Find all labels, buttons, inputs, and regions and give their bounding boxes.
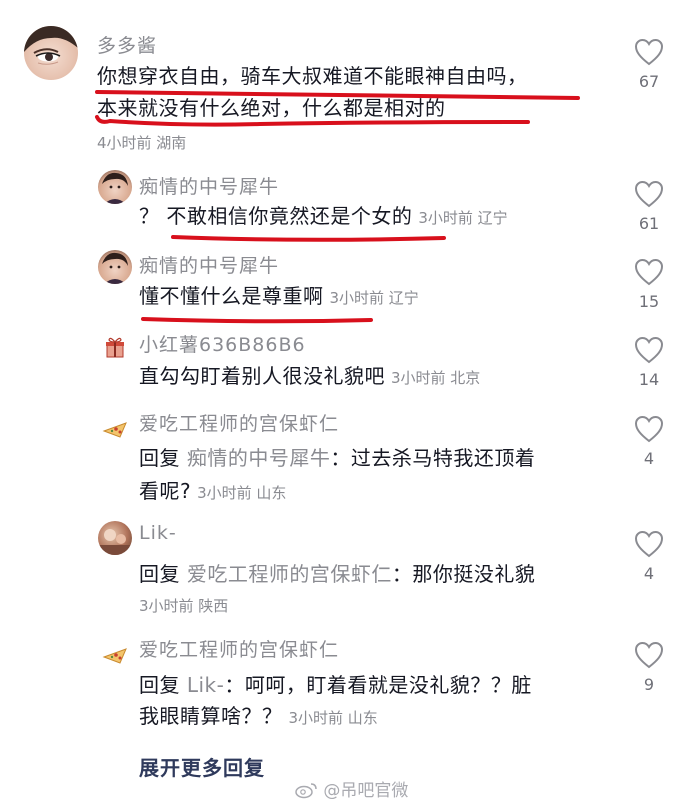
reply-item: 小红薯636B86B6 直勾勾盯着别人很没礼貌吧 3小时前 北京 14 <box>0 326 690 406</box>
reply-username[interactable]: 痴情的中号犀牛 <box>139 172 279 199</box>
watermark: @吊吧官微 <box>294 776 408 801</box>
reply-username[interactable]: 爱吃工程师的宫保虾仁 <box>139 635 339 662</box>
like-count: 14 <box>638 370 660 389</box>
heart-icon <box>634 530 664 558</box>
reply-meta: 3小时前 北京 <box>391 369 481 387</box>
like-button[interactable]: 15 <box>629 258 669 311</box>
reply-body: ？ 不敢相信你竟然还是个女的 <box>139 204 413 228</box>
like-button[interactable]: 9 <box>629 641 669 694</box>
reply-prefix: 回复 <box>139 446 180 470</box>
reply-meta: 3小时前 辽宁 <box>418 209 508 227</box>
reply-meta: 3小时前 山东 <box>197 484 287 502</box>
like-button[interactable]: 4 <box>629 530 669 583</box>
pizza-avatar-icon <box>102 648 127 664</box>
like-count: 15 <box>638 292 660 311</box>
photo-avatar-icon <box>98 529 132 555</box>
reply-prefix: 回复 <box>139 562 180 586</box>
comment-meta: 4小时前 湖南 <box>97 134 187 152</box>
reply-text: 懂不懂什么是尊重啊 3小时前 辽宁 <box>139 281 419 314</box>
heart-icon <box>634 38 664 66</box>
comment-text-line2: 本来就没有什么绝对，什么都是相对的 <box>97 96 446 120</box>
avatar[interactable] <box>24 26 78 80</box>
face-avatar-icon <box>24 26 78 65</box>
reply-username[interactable]: Lik- <box>139 522 177 544</box>
reply-item: 爱吃工程师的宫保虾仁 回复 痴情的中号犀牛：过去杀马特我还顶着 看呢? 3小时前 … <box>0 405 690 515</box>
weibo-logo-icon <box>295 783 317 799</box>
like-count: 61 <box>638 214 660 233</box>
heart-icon <box>634 180 664 208</box>
person-avatar-icon <box>102 172 128 204</box>
reply-item: Lik- 回复 爱吃工程师的宫保虾仁：那你挺没礼貌 3小时前 陕西 4 <box>0 520 690 620</box>
reply-to-user[interactable]: 爱吃工程师的宫保虾仁 <box>187 562 392 586</box>
reply-text-line2: 看呢? 3小时前 山东 <box>139 476 286 509</box>
like-button[interactable]: 4 <box>629 415 669 468</box>
like-count: 4 <box>643 564 655 583</box>
reply-meta: 3小时前 陕西 <box>139 597 229 615</box>
reply-meta: 3小时前 辽宁 <box>329 289 419 307</box>
avatar[interactable] <box>98 635 132 669</box>
reply-to-user[interactable]: 痴情的中号犀牛 <box>187 446 331 470</box>
heart-icon <box>634 641 664 669</box>
reply-body: ：过去杀马特我还顶着 <box>330 446 536 470</box>
comment-top: 多多酱 你想穿衣自由，骑车大叔难道不能眼神自由吗， 本来就没有什么绝对，什么都是… <box>0 0 690 160</box>
reply-username[interactable]: 爱吃工程师的宫保虾仁 <box>139 409 339 436</box>
expand-more-replies-button[interactable]: 展开更多回复 <box>139 752 265 781</box>
reply-body: 看呢? <box>139 479 192 503</box>
like-count: 4 <box>643 449 655 468</box>
reply-body: 我眼睛算啥？？ <box>139 704 283 728</box>
like-button[interactable]: 14 <box>629 336 669 389</box>
reply-text: ？ 不敢相信你竟然还是个女的 3小时前 辽宁 <box>139 201 508 234</box>
reply-meta: 3小时前 山东 <box>288 709 378 727</box>
reply-item: 痴情的中号犀牛 懂不懂什么是尊重啊 3小时前 辽宁 15 <box>0 248 690 328</box>
like-count: 9 <box>643 675 655 694</box>
reply-body: 懂不懂什么是尊重啊 <box>139 284 324 308</box>
gift-avatar-icon <box>106 337 124 358</box>
watermark-text: @吊吧官微 <box>323 781 409 801</box>
avatar[interactable] <box>98 170 132 204</box>
reply-to-user[interactable]: Lik- <box>187 673 225 697</box>
like-count: 67 <box>638 72 660 91</box>
comment-username[interactable]: 多多酱 <box>97 31 157 58</box>
reply-username[interactable]: 小红薯636B86B6 <box>139 330 306 357</box>
pizza-avatar-icon <box>102 422 127 438</box>
reply-text-line1: 回复 痴情的中号犀牛：过去杀马特我还顶着 <box>139 443 535 474</box>
avatar[interactable] <box>98 521 132 555</box>
reply-body: ：那你挺没礼貌 <box>391 562 536 586</box>
person-avatar-icon <box>102 252 128 284</box>
reply-text-line2: 我眼睛算啥？？ 3小时前 山东 <box>139 701 378 734</box>
comment-text-line1: 你想穿衣自由，骑车大叔难道不能眼神自由吗， <box>97 64 528 88</box>
heart-icon <box>634 258 664 286</box>
like-button[interactable]: 61 <box>629 180 669 233</box>
like-button[interactable]: 67 <box>629 38 669 91</box>
reply-text-line1: 回复 爱吃工程师的宫保虾仁：那你挺没礼貌 <box>139 559 535 590</box>
avatar[interactable] <box>98 409 132 443</box>
avatar[interactable] <box>98 330 132 364</box>
heart-icon <box>634 415 664 443</box>
reply-body: ：呵呵，盯着看就是没礼貌？？脏 <box>224 673 532 697</box>
avatar[interactable] <box>98 250 132 284</box>
reply-item: 爱吃工程师的宫保虾仁 回复 Lik-：呵呵，盯着看就是没礼貌？？脏 我眼睛算啥？… <box>0 631 690 741</box>
reply-item: 痴情的中号犀牛 ？ 不敢相信你竟然还是个女的 3小时前 辽宁 61 <box>0 168 690 248</box>
reply-username[interactable]: 痴情的中号犀牛 <box>139 251 279 278</box>
reply-text-line1: 回复 Lik-：呵呵，盯着看就是没礼貌？？脏 <box>139 670 532 701</box>
reply-body: 直勾勾盯着别人很没礼貌吧 <box>139 364 385 388</box>
reply-text: 直勾勾盯着别人很没礼貌吧 3小时前 北京 <box>139 361 480 394</box>
heart-icon <box>634 336 664 364</box>
reply-prefix: 回复 <box>139 673 180 697</box>
